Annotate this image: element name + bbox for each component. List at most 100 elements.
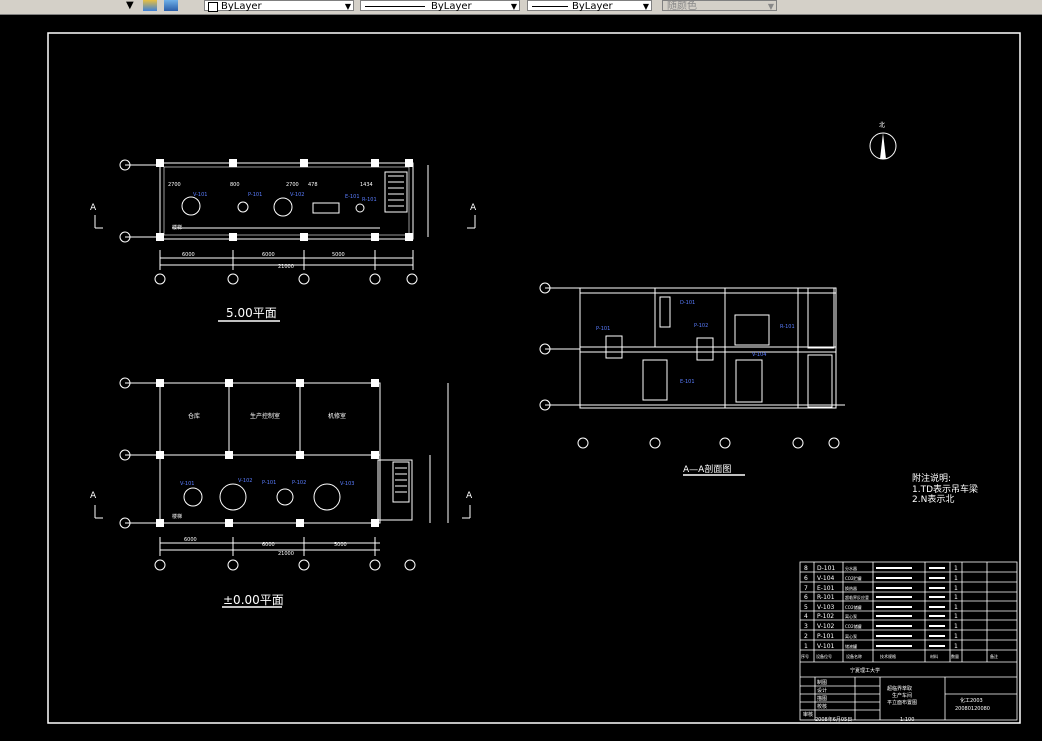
title-block-header: 序号 设备位号 设备名称 技术规格 材料 数量 备注 <box>801 653 998 659</box>
svg-text:制图: 制图 <box>817 679 827 686</box>
svg-text:P-101: P-101 <box>817 633 834 640</box>
drawing-scale: 1:100 <box>900 717 914 723</box>
dim-segment-2: 6000 <box>262 252 275 258</box>
svg-text:P-102: P-102 <box>694 323 708 329</box>
svg-text:R-101: R-101 <box>817 594 835 601</box>
svg-text:4: 4 <box>804 613 808 620</box>
svg-text:P-102: P-102 <box>292 480 306 486</box>
svg-text:2: 2 <box>804 633 808 640</box>
svg-text:换热器: 换热器 <box>845 585 857 591</box>
svg-text:2700: 2700 <box>286 182 299 188</box>
plan-upper <box>94 159 476 322</box>
svg-text:CO2贮罐: CO2贮罐 <box>845 575 862 581</box>
color-control-select[interactable]: ByLayer ▼ <box>204 0 354 12</box>
room-warehouse: 仓库 <box>188 412 200 420</box>
properties-toolbar: ▼ ByLayer ▼ ByLayer ▼ ByLayer ▼ 随颜色 ▼ <box>0 0 1042 15</box>
layer-previous-icon[interactable] <box>164 0 178 11</box>
svg-text:3: 3 <box>804 623 808 630</box>
lineweight-preview-line <box>532 6 568 7</box>
school-name: 宁夏理工大学 <box>850 667 880 674</box>
linetype-preview-line <box>365 6 425 7</box>
chevron-down-icon: ▼ <box>642 2 649 11</box>
layer-dropdown-arrow-icon[interactable]: ▼ <box>126 0 134 12</box>
svg-text:V-102: V-102 <box>290 192 304 198</box>
svg-text:D-101: D-101 <box>817 565 835 572</box>
layer-states-icon[interactable] <box>143 0 157 11</box>
lineweight-control-label: ByLayer <box>572 1 613 12</box>
svg-text:V-101: V-101 <box>817 643 835 650</box>
svg-text:序号: 序号 <box>801 653 809 659</box>
svg-text:P-101: P-101 <box>248 192 262 198</box>
svg-text:P-101: P-101 <box>262 480 276 486</box>
svg-text:478: 478 <box>308 182 318 188</box>
svg-text:1: 1 <box>954 594 958 601</box>
drawing-canvas[interactable]: V-101 P-101 V-102 E-101 R-101 2700 800 2700 4… <box>0 15 1042 741</box>
dim-segment-3: 5000 <box>332 252 345 258</box>
dim-total-lower: 21000 <box>278 551 294 557</box>
chevron-down-icon: ▼ <box>767 2 774 11</box>
svg-text:超临界反应釜: 超临界反应釜 <box>845 594 869 600</box>
drawing-number: 化工2003 <box>960 697 983 704</box>
svg-text:6: 6 <box>804 575 808 582</box>
section-mark-lower-left: A <box>90 491 97 501</box>
svg-text:备注: 备注 <box>990 653 998 659</box>
svg-text:D-101: D-101 <box>680 300 695 306</box>
svg-text:分水器: 分水器 <box>845 565 857 571</box>
section-mark-left: A <box>90 203 97 213</box>
notes-block: 附注说明: 1.TD表示吊车梁 2.N表示北 <box>912 472 978 505</box>
plotstyle-control-select: 随颜色 ▼ <box>662 0 777 12</box>
svg-text:V-101: V-101 <box>193 192 207 198</box>
dim-lower-3: 5000 <box>334 542 347 548</box>
plan-lower <box>94 377 471 608</box>
svg-text:800: 800 <box>230 182 240 188</box>
svg-text:V-104: V-104 <box>752 352 766 358</box>
notes-title: 附注说明: <box>912 472 951 484</box>
svg-text:R-101: R-101 <box>780 324 795 330</box>
svg-text:校核: 校核 <box>817 703 827 710</box>
plan-lower-title: ±0.00平面 <box>223 593 284 607</box>
svg-text:1: 1 <box>954 604 958 611</box>
dim-lower-2: 6000 <box>262 542 275 548</box>
svg-text:7: 7 <box>804 585 808 592</box>
room-repair: 机修室 <box>328 412 346 420</box>
svg-text:描图: 描图 <box>817 695 827 702</box>
svg-text:E-101: E-101 <box>680 379 695 385</box>
section-mark-lower-right: A <box>466 491 473 501</box>
svg-text:V-101: V-101 <box>180 481 194 487</box>
svg-text:设计: 设计 <box>817 687 827 694</box>
svg-text:P-101: P-101 <box>596 326 610 332</box>
svg-text:8: 8 <box>804 565 808 572</box>
chevron-down-icon: ▼ <box>344 2 351 11</box>
svg-text:1: 1 <box>954 643 958 650</box>
svg-text:V-103: V-103 <box>340 481 354 487</box>
title-block-bars <box>876 567 945 647</box>
date-code: 20080120080 <box>955 706 990 712</box>
svg-text:1: 1 <box>954 585 958 592</box>
stair-label-lower: 楼梯 <box>172 513 182 520</box>
svg-text:1: 1 <box>954 613 958 620</box>
lineweight-control-select[interactable]: ByLayer ▼ <box>527 0 652 12</box>
north-label: 北 <box>879 121 885 129</box>
dim-segment-1: 6000 <box>182 252 195 258</box>
color-control-label: ByLayer <box>221 1 262 12</box>
linetype-control-select[interactable]: ByLayer ▼ <box>360 0 520 12</box>
svg-text:2700: 2700 <box>168 182 181 188</box>
svg-text:R-101: R-101 <box>362 197 377 203</box>
svg-text:6: 6 <box>804 594 808 601</box>
svg-text:E-101: E-101 <box>817 585 835 592</box>
svg-text:V-103: V-103 <box>817 604 835 611</box>
svg-text:1: 1 <box>954 623 958 630</box>
stair-label: 楼梯 <box>172 224 182 231</box>
note-2: 2.N表示北 <box>912 493 954 505</box>
drawing-date: 2008年6月05日 <box>815 716 852 723</box>
plotstyle-control-label: 随颜色 <box>667 1 697 12</box>
svg-text:CO2储罐: CO2储罐 <box>845 604 862 610</box>
room-control: 生产控制室 <box>250 412 280 420</box>
svg-text:CO2储罐: CO2储罐 <box>845 623 862 629</box>
svg-text:离心泵: 离心泵 <box>845 633 857 639</box>
svg-text:储液罐: 储液罐 <box>845 643 857 649</box>
svg-text:V-102: V-102 <box>238 478 252 484</box>
svg-text:1: 1 <box>954 575 958 582</box>
chevron-down-icon: ▼ <box>510 2 517 11</box>
svg-text:设备名称: 设备名称 <box>846 653 862 659</box>
